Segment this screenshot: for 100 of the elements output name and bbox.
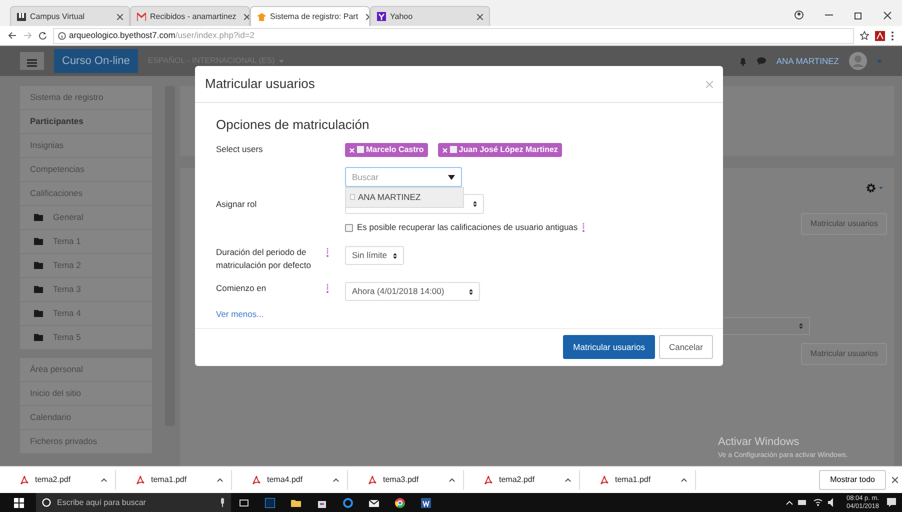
edge-icon[interactable]	[343, 498, 353, 508]
enrol-users-button[interactable]: Matricular usuarios	[801, 343, 887, 365]
folder-icon	[34, 238, 43, 245]
user-chip[interactable]: Juan José López Martinez	[438, 142, 562, 156]
browser-tab[interactable]: Sistema de registro: Part	[250, 6, 370, 26]
field-label: Select users	[216, 142, 264, 156]
wifi-icon[interactable]	[813, 498, 824, 507]
folder-icon	[34, 286, 43, 293]
user-chip[interactable]: Marcelo Castro	[345, 142, 428, 156]
sidebar-item[interactable]: Ficheros privados	[20, 430, 152, 454]
more-icon[interactable]	[891, 30, 894, 40]
sidebar-item[interactable]: Tema 2	[20, 254, 152, 278]
sidebar-item[interactable]: Tema 1	[20, 230, 152, 254]
chrome-icon[interactable]	[395, 498, 405, 508]
enrol-users-button[interactable]: Matricular usuarios	[801, 213, 887, 235]
mail-icon[interactable]	[369, 498, 379, 508]
pdf-extension-icon[interactable]	[875, 30, 885, 40]
field-label: Asignar rol	[216, 198, 258, 210]
folder-icon[interactable]	[291, 498, 301, 508]
download-item[interactable]: tema1.pdf	[116, 470, 232, 490]
browser-tab[interactable]: Yahoo	[370, 6, 490, 26]
search-field[interactable]: Buscar	[345, 167, 462, 187]
sidebar-item[interactable]: Insignias	[20, 134, 152, 158]
download-item[interactable]: tema4.pdf	[232, 470, 348, 490]
start-date-select[interactable]: Ahora (4/01/2018 14:00)	[345, 282, 480, 301]
battery-icon[interactable]	[798, 498, 808, 507]
browser-tab[interactable]: Campus Virtual	[10, 6, 130, 26]
download-item[interactable]: tema1.pdf	[580, 470, 696, 490]
sidebar-item[interactable]: Sistema de registro	[20, 86, 152, 110]
back-icon[interactable]	[8, 31, 17, 40]
photoshop-icon[interactable]	[265, 498, 275, 508]
sidebar-item[interactable]: Tema 5	[20, 326, 152, 350]
folder-icon	[34, 310, 43, 317]
star-icon[interactable]	[860, 31, 869, 40]
checkbox[interactable]	[345, 224, 353, 232]
maximize-icon[interactable]	[854, 11, 863, 20]
browser-tab[interactable]: Recibidos - anamartinez	[130, 6, 250, 26]
user-menu[interactable]: ANA MARTINEZ	[776, 54, 839, 68]
user-picture-icon	[357, 146, 364, 153]
required-icon	[326, 284, 329, 294]
field-label: Duración del periodo de matriculación por defecto	[216, 246, 312, 272]
sidebar-item[interactable]: Inicio del sitio	[20, 382, 152, 406]
menu-icon	[26, 58, 38, 68]
close-icon[interactable]	[892, 477, 898, 483]
show-less-link[interactable]: Ver menos...	[216, 309, 264, 319]
sidebar-item[interactable]: Tema 4	[20, 302, 152, 326]
show-all-button[interactable]: Mostrar todo	[819, 470, 886, 490]
close-icon[interactable]	[244, 14, 249, 20]
notifications-icon[interactable]	[887, 498, 896, 507]
caret-icon	[278, 60, 284, 62]
folder-icon	[34, 334, 43, 341]
sidebar-item[interactable]: Tema 3	[20, 278, 152, 302]
url-text: arqueologico.byethost7.com/user/index.php?id=2	[69, 29, 254, 42]
activation-notice: Activar Windows	[718, 435, 800, 450]
info-icon	[58, 32, 66, 40]
word-icon[interactable]	[421, 498, 431, 508]
site-name[interactable]: Curso On-line	[54, 48, 138, 74]
chevron-up-icon	[681, 478, 687, 482]
start-icon[interactable]	[14, 498, 24, 508]
modal-title: Matricular usuarios	[205, 75, 315, 94]
microphone-icon	[220, 498, 225, 507]
close-icon[interactable]	[477, 14, 483, 20]
download-item[interactable]: tema3.pdf	[348, 470, 464, 490]
field-label: Comienzo en	[216, 282, 268, 295]
cancel-button[interactable]: Cancelar	[658, 334, 713, 360]
u-logo-icon	[17, 12, 26, 21]
user-picture-icon	[450, 146, 457, 153]
dropdown-arrow-icon	[448, 174, 455, 180]
menu-button[interactable]	[20, 52, 44, 70]
pdf-icon	[600, 475, 609, 485]
y-logo-icon	[377, 12, 386, 21]
taskbar-search-field[interactable]: Escribe aquí para buscar	[36, 493, 231, 512]
sidebar-item[interactable]: General	[20, 206, 152, 230]
account-icon[interactable]	[794, 10, 804, 20]
search-icon	[42, 498, 51, 507]
sort-icon	[469, 288, 473, 294]
sidebar-item[interactable]: Competencias	[20, 158, 152, 182]
chevron-up-icon	[565, 478, 571, 482]
suggestion-menu[interactable]: ANA MARTINEZ	[345, 187, 464, 208]
download-item[interactable]: tema2.pdf	[464, 470, 580, 490]
settings-icon[interactable]	[866, 183, 884, 193]
reload-icon[interactable]	[38, 31, 47, 40]
chevron-up-icon	[101, 478, 107, 482]
chevron-up-icon	[217, 478, 223, 482]
duration-select[interactable]: Sin límite	[345, 246, 404, 265]
enrol-users-button[interactable]: Matricular usuarios	[563, 334, 655, 360]
sidebar-item[interactable]: Área personal	[20, 358, 152, 382]
sidebar-item[interactable]: Calendario	[20, 406, 152, 430]
close-icon[interactable]	[117, 14, 123, 20]
task-view-icon[interactable]	[239, 498, 249, 508]
close-icon[interactable]	[883, 11, 892, 20]
sidebar-item[interactable]: Calificaciones	[20, 182, 152, 206]
required-icon	[326, 248, 329, 258]
chevron-up-icon[interactable]	[786, 500, 794, 504]
envelope-icon	[137, 12, 146, 21]
address-field[interactable]: arqueologico.byethost7.com/user/index.php?id=2	[53, 28, 854, 44]
help-icon[interactable]	[582, 223, 585, 232]
pdf-icon	[368, 475, 377, 485]
sidebar-item[interactable]: Participantes	[20, 110, 152, 134]
download-item[interactable]: tema2.pdf	[0, 470, 116, 490]
